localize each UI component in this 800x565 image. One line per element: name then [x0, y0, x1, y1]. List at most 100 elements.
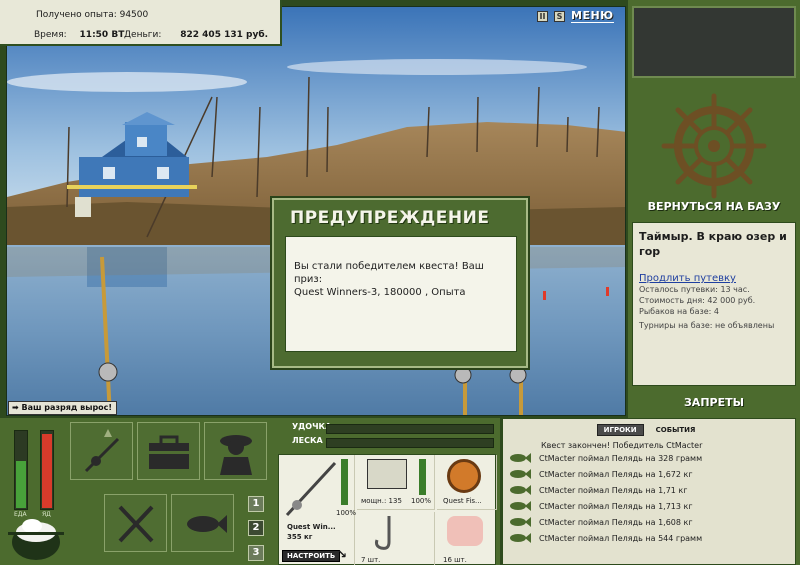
slot-1-button[interactable]: 1 [248, 496, 264, 512]
dialog-message-line1: Вы стали победителем квеста! Ваш приз: [294, 261, 484, 285]
player-info-panel: Получено опыта: 94500 Время: 11:50 ВТ Де… [0, 0, 282, 46]
tackle-box-icon [148, 435, 189, 469]
event-text: CtMacter поймал Пелядь на 1,608 кг [539, 517, 693, 527]
tackle-box-tile[interactable] [137, 422, 200, 480]
remaining-time: Осталось путевки: 13 час. [639, 285, 750, 294]
day-cost: Стоимость дня: 42 000 руб. [639, 296, 756, 305]
location-title: Таймыр. В краю озер и гор [639, 230, 787, 258]
rod-weight: 355 кг [287, 533, 313, 541]
rod-meter-track [326, 424, 494, 434]
rank-up-text: Ваш разряд вырос! [21, 403, 113, 412]
dialog-body: Вы стали победителем квеста! Ваш приз: Q… [285, 236, 517, 352]
quest-winner-text: Квест закончен! Победитель CtMacter [541, 441, 703, 450]
rod-name: Quest Win... [287, 523, 336, 531]
ship-wheel-icon[interactable] [658, 92, 770, 200]
menu-button[interactable]: МЕНЮ [571, 9, 614, 23]
reel-condition: 100% [411, 497, 432, 505]
line-spool-icon [447, 459, 481, 493]
bans-button[interactable]: ЗАПРЕТЫ [638, 396, 790, 409]
event-item: CtMacter поймал Пелядь на 328 грамм [503, 450, 795, 466]
hook-count: 7 шт. [361, 556, 381, 564]
tab-events[interactable]: СОБЫТИЯ [650, 425, 702, 435]
event-text: CtMacter поймал Пелядь на 1,672 кг [539, 469, 693, 479]
reel-slot[interactable]: мощн.: 135 100% [357, 455, 435, 510]
fish-icon [186, 515, 227, 533]
character-tile[interactable] [204, 422, 267, 480]
ad-screen [632, 6, 796, 78]
float-right [606, 287, 609, 296]
line-name: Quest Fis... [443, 497, 482, 505]
fisherman-icon [219, 435, 252, 475]
fish-icon [510, 469, 531, 479]
bait-slot[interactable]: 16 шт. [437, 512, 497, 565]
line-meter-label: ЛЕСКА [292, 436, 323, 445]
tab-players[interactable]: ИГРОКИ [596, 424, 644, 436]
arrow-icon: ➡ [12, 403, 19, 412]
event-item: CtMacter поймал Пелядь на 1,672 кг [503, 466, 795, 482]
poison-bar [40, 430, 54, 510]
rod-meter: УДОЧКА [278, 422, 498, 436]
warning-dialog[interactable]: ПРЕДУПРЕЖДЕНИЕ Вы стали победителем квес… [272, 198, 528, 368]
food-bar-fill [16, 461, 26, 508]
food-tile[interactable] [104, 494, 167, 552]
rod-icon [84, 429, 119, 473]
rank-up-notice[interactable]: ➡ Ваш разряд вырос! [8, 401, 118, 415]
dialog-message-line2: Quest Winners-3, 180000 , Опыта [294, 287, 466, 298]
dialog-title: ПРЕДУПРЕЖДЕНИЕ [290, 208, 490, 228]
rod-condition: 100% [336, 509, 357, 517]
status-bars: ЕДА ЯД [10, 430, 60, 520]
fish-icon [510, 453, 531, 463]
event-list: CtMacter поймал Пелядь на 328 грамм CtMac… [503, 450, 795, 546]
money-label: Деньги: [124, 30, 162, 40]
money-value: 822 405 131 руб. [180, 30, 269, 40]
cauldron-icon[interactable] [8, 514, 64, 562]
fish-icon [510, 485, 531, 495]
sound-button[interactable]: S [554, 10, 565, 22]
event-text: CtMacter поймал Пелядь на 1,713 кг [539, 501, 693, 511]
event-text: CtMacter поймал Пелядь на 1,71 кг [539, 485, 688, 495]
hook-icon [375, 516, 391, 550]
fish-tile[interactable] [171, 494, 234, 552]
rods-tile[interactable] [70, 422, 133, 480]
reel-icon [367, 459, 407, 489]
gear-slots: 100% Quest Win... 355 кг НАСТРОИТЬ ↘ мощ… [278, 454, 497, 565]
tournaments-status: Турниры на базе: не объявлены [639, 321, 775, 330]
event-item: CtMacter поймал Пелядь на 1,608 кг [503, 514, 795, 530]
line-slot[interactable]: Quest Fis... [437, 455, 497, 510]
event-item: CtMacter поймал Пелядь на 544 грамм [503, 530, 795, 546]
top-controls: II S МЕНЮ [537, 8, 614, 24]
line-meter-track [326, 438, 494, 448]
tune-button[interactable]: НАСТРОИТЬ [282, 550, 341, 562]
poison-bar-fill [42, 433, 52, 508]
fish-icon [510, 501, 531, 511]
rod-thumbnail-icon [285, 461, 337, 517]
shrimp-bait-icon [447, 516, 483, 546]
location-info: Таймыр. В краю озер и гор Продлить путев… [632, 222, 796, 386]
tackle-panel: УДОЧКА ЛЕСКА 100% Quest Win... 355 кг НА… [278, 418, 498, 565]
food-bar [14, 430, 28, 510]
rod-slot[interactable]: 100% Quest Win... 355 кг НАСТРОИТЬ ↘ [279, 455, 357, 565]
pause-button[interactable]: II [537, 10, 548, 22]
fork-knife-icon [118, 505, 153, 543]
slot-2-button[interactable]: 2 [248, 520, 264, 536]
rod-condition-bar [341, 459, 348, 505]
right-panel: ВЕРНУТЬСЯ НА БАЗУ Таймыр. В краю озер и … [502, 0, 800, 565]
reel-info: мощн.: 135 [361, 497, 402, 505]
time-value: 11:50 ВТ [79, 30, 125, 40]
experience-text: Получено опыта: 94500 [36, 10, 149, 20]
return-to-base-button[interactable]: ВЕРНУТЬСЯ НА БАЗУ [638, 200, 790, 213]
event-item: CtMacter поймал Пелядь на 1,713 кг [503, 498, 795, 514]
events-panel: ИГРОКИ СОБЫТИЯ Квест закончен! Победител… [502, 418, 796, 565]
slot-3-button[interactable]: 3 [248, 545, 264, 561]
time-label: Время: [34, 30, 67, 40]
event-item: CtMacter поймал Пелядь на 1,71 кг [503, 482, 795, 498]
fish-icon [510, 533, 531, 543]
reel-condition-bar [419, 459, 426, 495]
resize-arrow-icon: ↘ [337, 547, 348, 561]
line-meter: ЛЕСКА [278, 436, 498, 450]
extend-trip-link[interactable]: Продлить путевку [639, 273, 789, 284]
event-text: CtMacter поймал Пелядь на 328 грамм [539, 453, 703, 463]
hook-slot[interactable]: 7 шт. [357, 512, 435, 565]
float-left [543, 291, 546, 300]
fish-icon [510, 517, 531, 527]
